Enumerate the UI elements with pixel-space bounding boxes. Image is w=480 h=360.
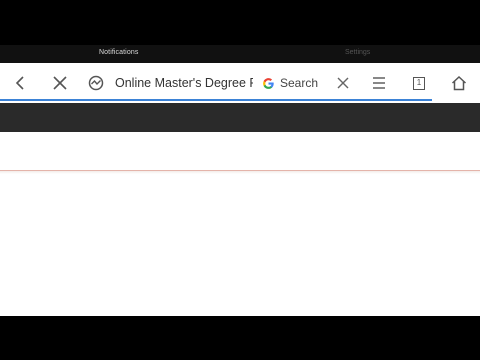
home-button[interactable]	[441, 63, 477, 103]
stop-loading-button[interactable]	[42, 63, 78, 103]
menu-button[interactable]	[361, 63, 397, 103]
hamburger-menu-icon	[373, 77, 385, 89]
google-g-icon	[263, 77, 274, 89]
tabs-count-icon: 1	[413, 76, 425, 90]
search-field[interactable]: Search	[262, 63, 318, 103]
address-bar-page-title[interactable]: Online Master's Degree Pr	[115, 63, 253, 103]
search-label: Search	[280, 76, 319, 90]
status-notifications-label: Notifications	[99, 49, 139, 56]
home-icon	[451, 75, 467, 91]
status-settings-label: Settings	[345, 49, 371, 56]
browser-toolbar: Online Master's Degree Pr Search 1	[0, 63, 480, 103]
site-header	[0, 103, 480, 132]
site-info-button[interactable]	[78, 63, 114, 103]
close-icon	[53, 76, 67, 90]
page-load-progress	[0, 99, 432, 101]
tabs-button[interactable]: 1	[401, 63, 437, 103]
site-identity-icon	[88, 75, 104, 91]
tabs-count: 1	[416, 77, 422, 87]
status-bar: Notifications Settings	[0, 45, 480, 63]
back-button[interactable]	[2, 63, 38, 103]
page-content	[0, 132, 480, 316]
chevron-left-icon	[15, 76, 24, 90]
header-divider-shadow	[0, 171, 480, 174]
close-icon	[337, 77, 349, 89]
video-frame: Notifications Settings Online Master's D…	[0, 0, 480, 360]
clear-search-button[interactable]	[325, 63, 361, 103]
